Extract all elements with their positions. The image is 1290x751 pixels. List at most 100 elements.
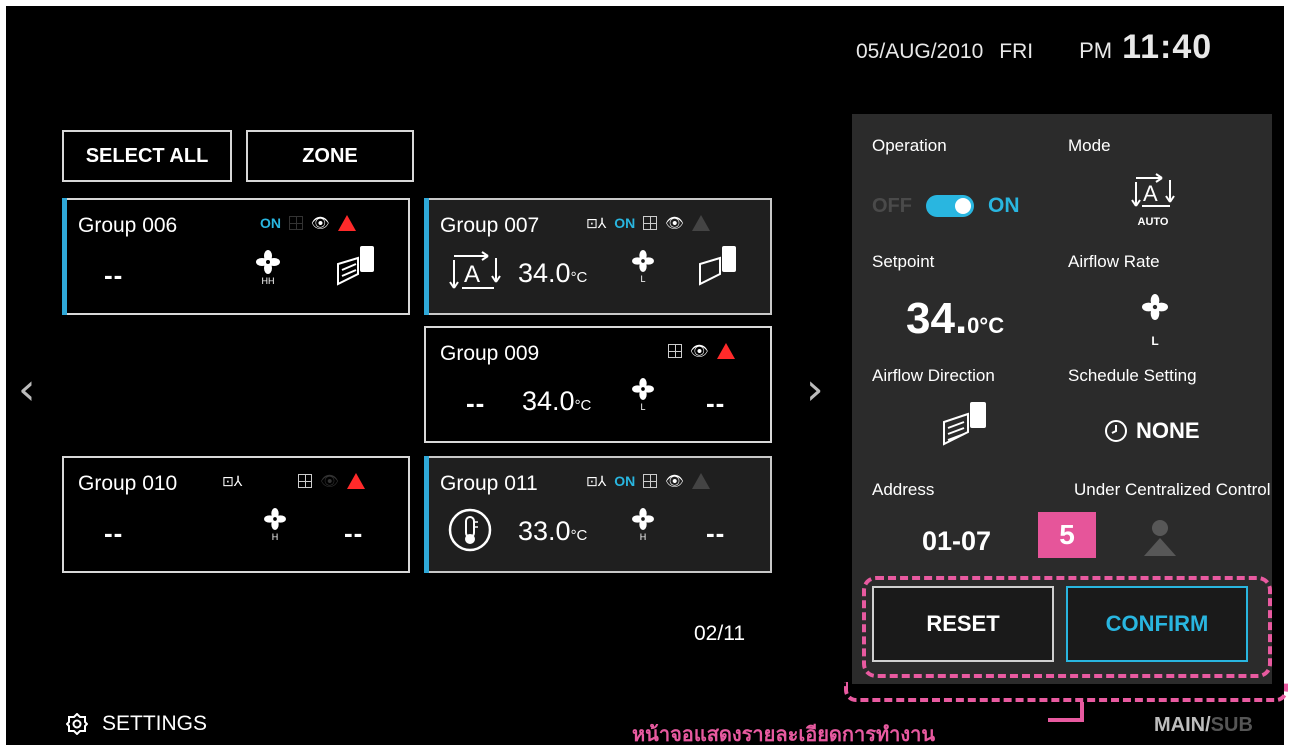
main-sub-indicator: MAIN/SUB xyxy=(1154,714,1253,736)
date-text: 05/AUG/2010 xyxy=(856,40,984,63)
temp-unit: °C xyxy=(570,269,588,286)
temp-value: 33.0 xyxy=(518,516,571,546)
svg-text:A: A xyxy=(1143,181,1158,206)
eye-icon: 👁 xyxy=(690,343,710,360)
on-label: ON xyxy=(988,194,1020,217)
touch-screen: 05/AUG/2010 FRI PM 11:40 SELECT ALL ZONE… xyxy=(6,6,1288,746)
group-name: Group 009 xyxy=(440,342,540,365)
ampm-text: PM xyxy=(1079,38,1113,63)
settings-gear-icon xyxy=(66,713,88,735)
airflow-rate-value: L xyxy=(1151,334,1159,348)
temp-value: 34.0 xyxy=(518,258,571,288)
group-value: -- xyxy=(104,518,124,548)
group-value: -- xyxy=(466,388,486,418)
address-value: 01-07 xyxy=(922,526,992,556)
on-indicator: ON xyxy=(614,473,636,489)
filter-grid-icon xyxy=(289,216,303,230)
remote-icon: ⊡⅄ xyxy=(586,214,607,231)
on-off-switch[interactable] xyxy=(926,195,974,217)
mode-value: AUTO xyxy=(1137,216,1169,228)
temp-value: 34.0 xyxy=(522,386,575,416)
warning-icon xyxy=(338,215,357,231)
sub-label: SUB xyxy=(1210,714,1253,736)
chevron-right-icon[interactable]: › xyxy=(806,364,824,415)
group-card-011[interactable]: Group 011 ⊡⅄ ON 👁 33.0°C H -- xyxy=(424,456,772,573)
fan-level: H xyxy=(639,532,647,542)
operation-label: Operation xyxy=(872,136,947,155)
settings-label: SETTINGS xyxy=(102,712,208,735)
temp-unit: °C xyxy=(574,397,592,414)
filter-grid-icon xyxy=(298,474,313,488)
on-indicator: ON xyxy=(614,215,636,231)
louver-icon[interactable] xyxy=(938,400,994,455)
zone-button[interactable]: ZONE xyxy=(246,130,414,182)
chevron-left-icon[interactable]: ‹ xyxy=(18,364,36,415)
svg-text:A: A xyxy=(464,261,480,288)
fan-icon: L xyxy=(632,250,654,284)
temp-unit: °C xyxy=(570,527,588,544)
remote-icon: ⊡⅄ xyxy=(222,472,243,489)
fan-icon: HH xyxy=(256,250,280,286)
group-status-icons: ⊡⅄ 👁 xyxy=(222,472,366,490)
centralized-control-label: Under Centralized Control xyxy=(1074,480,1271,499)
fan-icon: H xyxy=(264,508,286,542)
group-right-value: -- xyxy=(706,518,726,548)
group-card-009[interactable]: Group 009 👁 -- 34.0°C L -- xyxy=(424,326,772,443)
operation-toggle[interactable]: OFF ON xyxy=(872,194,1020,218)
settings-button[interactable]: SETTINGS xyxy=(66,712,207,736)
callout-line-horizontal xyxy=(1048,718,1084,722)
group-card-006[interactable]: Group 006 ON 👁 -- HH xyxy=(62,198,410,315)
group-right-value: -- xyxy=(706,388,726,418)
filter-grid-icon xyxy=(668,344,682,358)
callout-line-vertical xyxy=(1080,702,1084,722)
group-temperature: 33.0°C xyxy=(518,516,587,547)
selection-accent xyxy=(424,456,429,573)
fan-icon: L xyxy=(632,378,654,412)
warning-icon xyxy=(692,215,711,231)
group-status-icons: 👁 xyxy=(668,342,736,360)
auto-mode-icon: A xyxy=(448,248,502,299)
date-time-bar: 05/AUG/2010 FRI PM 11:40 xyxy=(856,28,1212,67)
fan-level: H xyxy=(271,532,279,542)
group-status-icons: ON 👁 xyxy=(260,214,357,232)
select-all-button[interactable]: SELECT ALL xyxy=(62,130,232,182)
address-label: Address xyxy=(872,480,935,499)
fan-icon xyxy=(1142,294,1168,320)
airflow-direction-label: Airflow Direction xyxy=(872,366,995,385)
mode-selector[interactable]: A AUTO xyxy=(1130,172,1176,228)
louver-icon xyxy=(696,244,742,301)
main-label: MAIN xyxy=(1154,714,1206,736)
group-right-value: -- xyxy=(344,518,364,548)
thermometer-icon xyxy=(448,508,492,557)
eye-icon: 👁 xyxy=(665,215,685,232)
filter-grid-icon xyxy=(643,474,658,488)
clock-icon xyxy=(1105,420,1127,442)
group-value: -- xyxy=(104,260,124,290)
callout-caption: หน้าจอแสดงรายละเอียดการทำงาน xyxy=(632,722,936,746)
fan-level: HH xyxy=(261,276,275,286)
filter-grid-icon xyxy=(643,216,658,230)
group-card-010[interactable]: Group 010 ⊡⅄ 👁 -- H -- xyxy=(62,456,410,573)
group-name: Group 006 xyxy=(78,214,178,237)
setpoint-unit: 0°C xyxy=(967,313,1005,338)
callout-dashed-box xyxy=(862,576,1272,678)
centralized-control-icon xyxy=(1140,516,1180,565)
auto-mode-icon: A xyxy=(1131,173,1175,207)
schedule-setting[interactable]: NONE xyxy=(1104,418,1200,444)
airflow-rate-label: Airflow Rate xyxy=(1068,252,1160,271)
callout-number-badge: 5 xyxy=(1038,512,1096,558)
group-card-007[interactable]: Group 007 ⊡⅄ ON 👁 A 34.0°C L xyxy=(424,198,772,315)
callout-dashed-bracket xyxy=(844,682,1288,702)
group-status-icons: ⊡⅄ ON 👁 xyxy=(586,214,711,232)
mode-label: Mode xyxy=(1068,136,1111,155)
setpoint-label: Setpoint xyxy=(872,252,935,271)
eye-icon: 👁 xyxy=(320,473,340,490)
setpoint-value[interactable]: 34.0°C xyxy=(906,294,1004,344)
airflow-rate-selector[interactable]: L xyxy=(1142,294,1168,348)
warning-icon xyxy=(347,473,366,489)
group-name: Group 010 xyxy=(78,472,178,495)
group-name: Group 011 xyxy=(440,472,538,495)
fan-level: L xyxy=(640,402,646,412)
setpoint-number: 34. xyxy=(906,294,968,343)
day-text: FRI xyxy=(999,40,1034,63)
